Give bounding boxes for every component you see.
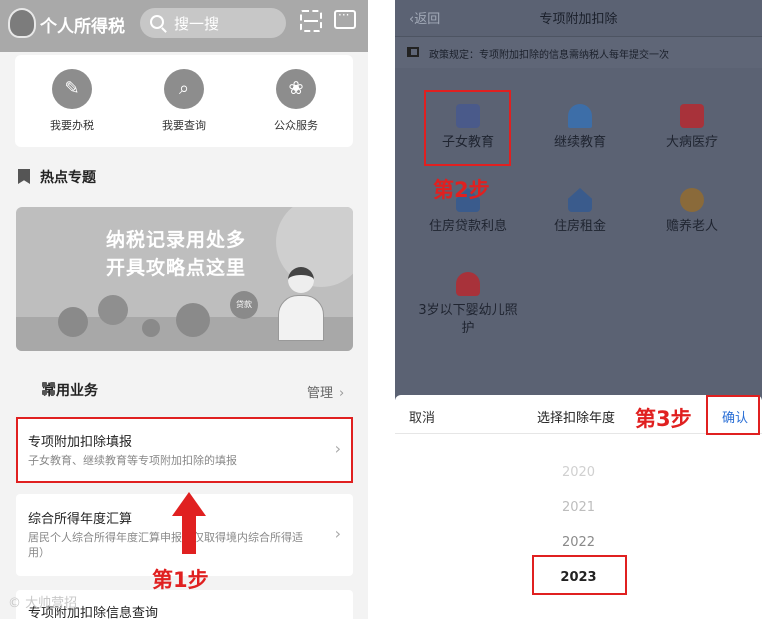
search-placeholder: 搜一搜 — [174, 15, 220, 33]
step2-label: 第2步 — [433, 178, 490, 202]
banner-headline-1: 纳税记录用处多 — [106, 229, 247, 251]
emblem-logo-icon — [8, 8, 36, 38]
category-elderly-support[interactable]: 赡养老人 — [637, 188, 747, 236]
category-label: 住房贷款利息 — [428, 219, 507, 234]
elder-icon — [680, 188, 704, 212]
scan-icon[interactable] — [300, 10, 322, 32]
category-label: 住房租金 — [553, 219, 606, 234]
step1-highlight-box — [16, 417, 353, 483]
quick-action-label: 公众服务 — [274, 119, 318, 132]
app-header: 个人所得税 搜一搜 — [0, 0, 368, 52]
category-infant-care[interactable]: 3岁以下婴幼儿照护 — [413, 272, 523, 338]
chevron-right-icon: › — [334, 524, 341, 543]
step3-label: 第3步 — [635, 407, 692, 431]
quick-action-query[interactable]: ⌕ 我要查询 — [139, 69, 229, 133]
policy-text: 政策规定：专项附加扣除的信息需纳税人每年提交一次 — [429, 50, 669, 61]
house-rent-icon — [568, 188, 592, 212]
loan-badge: 贷款 — [230, 291, 258, 319]
bookmark-icon — [18, 169, 30, 184]
chat-bubble-icon — [58, 307, 88, 337]
category-label: 继续教育 — [553, 135, 606, 150]
step2-highlight-box — [424, 90, 511, 166]
up-arrow-icon — [172, 492, 206, 554]
manage-link[interactable]: 管理 › — [307, 382, 344, 401]
person-illustration — [278, 267, 324, 347]
confirm-highlight-box — [706, 395, 760, 435]
quick-action-label: 我要查询 — [162, 119, 206, 132]
watermark: © 大帅营招 — [8, 596, 78, 611]
category-serious-illness[interactable]: 大病医疗 — [637, 104, 747, 152]
medical-kit-icon — [680, 104, 704, 128]
hot-topics-heading: 热点专题 — [18, 167, 96, 187]
message-icon[interactable] — [334, 8, 356, 29]
page-title: 专项附加扣除 — [539, 12, 618, 27]
deduction-page: ‹返回 专项附加扣除 政策规定：专项附加扣除的信息需纳税人每年提交一次 子女教育… — [395, 0, 762, 619]
quick-action-service[interactable]: ❀ 公众服务 — [251, 69, 341, 133]
house-icon — [176, 303, 210, 337]
category-label: 赡养老人 — [665, 219, 718, 234]
app-title: 个人所得税 — [40, 17, 125, 37]
quick-action-tax[interactable]: ✎ 我要办税 — [27, 69, 117, 133]
common-services-heading: 常用业务 — [18, 380, 98, 400]
category-label: 大病医疗 — [665, 135, 718, 150]
step1-label: 第1步 — [152, 568, 209, 592]
manage-label: 管理 — [307, 386, 334, 401]
car-icon — [98, 295, 128, 325]
cancel-button[interactable]: 取消 — [409, 407, 435, 426]
service-icon: ❀ — [276, 69, 316, 109]
nav-bar: ‹返回 专项附加扣除 — [395, 0, 762, 34]
category-label: 3岁以下婴幼儿照护 — [418, 303, 518, 336]
grid-icon — [42, 382, 56, 396]
year-option[interactable]: 2021 — [395, 500, 762, 515]
year-option[interactable]: 2020 — [395, 465, 762, 480]
search-icon — [150, 15, 164, 29]
chevron-right-icon: › — [339, 386, 345, 401]
policy-notice: 政策规定：专项附加扣除的信息需纳税人每年提交一次 — [395, 36, 762, 68]
tax-app-home: 个人所得税 搜一搜 ✎ 我要办税 ⌕ 我要查询 ❀ 公众服务 热点专题 纳税记录… — [0, 0, 368, 619]
search-bar[interactable]: 搜一搜 — [140, 8, 286, 38]
year-option[interactable]: 2022 — [395, 535, 762, 550]
picker-title: 选择扣除年度 — [537, 411, 616, 426]
year-highlight-box — [532, 555, 627, 595]
category-continuing-education[interactable]: 继续教育 — [525, 104, 635, 152]
baby-icon — [456, 272, 480, 296]
hot-topics-label: 热点专题 — [40, 170, 96, 186]
promo-banner[interactable]: 纳税记录用处多 开具攻略点这里 贷款 — [16, 207, 353, 351]
search-icon: ⌕ — [164, 69, 204, 109]
category-housing-rent[interactable]: 住房租金 — [525, 188, 635, 236]
card-title: 综合所得年度汇算 — [28, 512, 133, 527]
quick-action-label: 我要办税 — [50, 119, 94, 132]
dot-icon — [142, 319, 160, 337]
graduation-cap-icon — [568, 104, 592, 128]
speaker-icon — [407, 47, 419, 57]
quick-actions: ✎ 我要办税 ⌕ 我要查询 ❀ 公众服务 — [15, 55, 353, 147]
banner-headline-2: 开具攻略点这里 — [106, 257, 247, 279]
pencil-icon: ✎ — [52, 69, 92, 109]
